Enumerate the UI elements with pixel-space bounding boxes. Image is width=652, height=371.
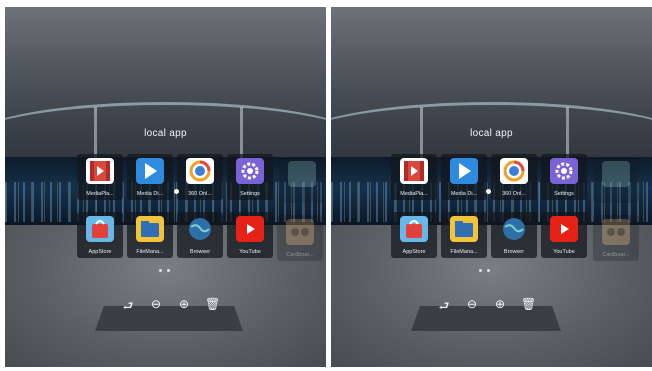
- app-store-icon: [86, 216, 114, 242]
- prev-icon[interactable]: ⊖: [149, 297, 163, 318]
- faded-app-icon: [602, 161, 630, 187]
- app-store-icon: [400, 216, 428, 242]
- app-settings[interactable]: Settings: [541, 154, 587, 200]
- browser-icon: [500, 216, 528, 242]
- cardboard-icon: [286, 219, 314, 245]
- app-cardboard[interactable]: Cardboar...: [593, 215, 639, 261]
- browser-icon: [186, 216, 214, 242]
- media-di-icon: [136, 158, 164, 184]
- app-media-di[interactable]: Media Di...: [127, 154, 173, 200]
- delete-icon[interactable]: 🗑: [205, 297, 220, 318]
- app-app-store[interactable]: AppStore: [77, 212, 123, 258]
- app-file-manager[interactable]: FileMana...: [127, 212, 173, 258]
- next-icon[interactable]: ⊕: [177, 297, 191, 318]
- youtube-icon: [236, 216, 264, 242]
- app-browser[interactable]: Browser: [491, 212, 537, 258]
- app-youtube[interactable]: YouTube: [541, 212, 587, 258]
- app-settings[interactable]: Settings: [227, 154, 273, 200]
- cardboard-icon: [602, 219, 630, 245]
- page-indicator: [159, 269, 170, 272]
- toolbar-icons: ⮐ ⊖ ⊕ 🗑: [437, 297, 537, 318]
- file-manager-icon: [136, 216, 164, 242]
- app-cardboard[interactable]: Cardboar...: [277, 215, 323, 261]
- app-faded[interactable]: [279, 157, 325, 203]
- app-media-player[interactable]: MediaPla...: [77, 154, 123, 200]
- media-di-icon: [450, 158, 478, 184]
- settings-icon: [550, 158, 578, 184]
- back-icon[interactable]: ⮐: [121, 297, 135, 318]
- app-browser[interactable]: Browser: [177, 212, 223, 258]
- prev-icon[interactable]: ⊖: [465, 297, 479, 318]
- page-indicator: [479, 269, 490, 272]
- file-manager-icon: [450, 216, 478, 242]
- app-media-player[interactable]: MediaPla...: [391, 154, 437, 200]
- left-eye-view: local app MediaPla... Media Di... 360 On…: [5, 7, 326, 367]
- youtube-icon: [550, 216, 578, 242]
- app-360-online[interactable]: 360 Onl...: [177, 154, 223, 200]
- gaze-cursor: [174, 189, 179, 194]
- app-file-manager[interactable]: FileMana...: [441, 212, 487, 258]
- delete-icon[interactable]: 🗑: [521, 297, 536, 318]
- media-player-icon: [400, 158, 428, 184]
- next-icon[interactable]: ⊕: [493, 297, 507, 318]
- app-faded[interactable]: [593, 157, 639, 203]
- 360-online-icon: [500, 158, 528, 184]
- panel-title: local app: [144, 128, 187, 139]
- panel-title: local app: [470, 128, 513, 139]
- 360-online-icon: [186, 158, 214, 184]
- app-media-di[interactable]: Media Di...: [441, 154, 487, 200]
- faded-app-icon: [288, 161, 316, 187]
- toolbar-icons: ⮐ ⊖ ⊕ 🗑: [121, 297, 221, 318]
- app-youtube[interactable]: YouTube: [227, 212, 273, 258]
- app-360-online[interactable]: 360 Onl...: [491, 154, 537, 200]
- right-eye-view: local app MediaPla... Media Di... 360 On…: [331, 7, 652, 367]
- media-player-icon: [86, 158, 114, 184]
- back-icon[interactable]: ⮐: [437, 297, 451, 318]
- gaze-cursor: [486, 189, 491, 194]
- settings-icon: [236, 158, 264, 184]
- app-app-store[interactable]: AppStore: [391, 212, 437, 258]
